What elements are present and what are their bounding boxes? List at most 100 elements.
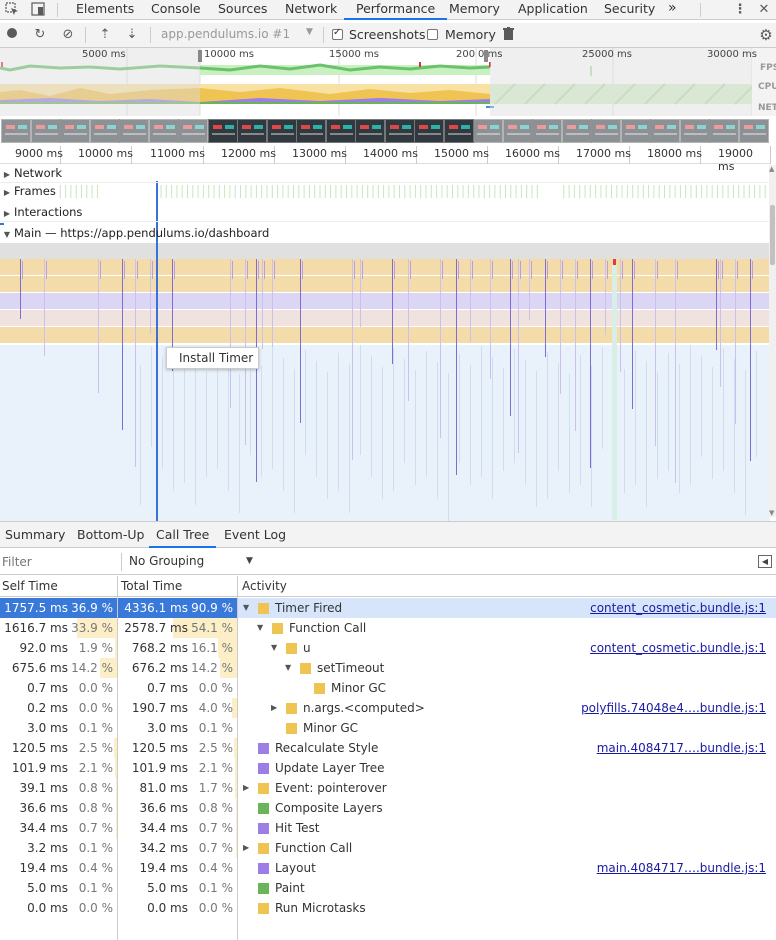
screenshot-thumbnail[interactable] <box>60 119 90 143</box>
column-divider <box>117 576 118 940</box>
source-link[interactable]: content_cosmetic.bundle.js:1 <box>590 598 766 618</box>
source-link[interactable]: content_cosmetic.bundle.js:1 <box>590 638 766 658</box>
tab-elements[interactable]: Elements <box>76 0 134 20</box>
flame-slice <box>46 261 47 279</box>
flame-slice <box>514 349 515 463</box>
screenshot-thumbnail[interactable] <box>561 119 592 143</box>
tab-performance[interactable]: Performance <box>344 0 448 20</box>
inspect-icon[interactable] <box>4 2 20 18</box>
expand-icon[interactable]: ▶ <box>243 778 249 798</box>
sidebar-toggle-icon[interactable]: ◀ <box>758 555 772 568</box>
flame-slice <box>360 259 361 327</box>
kebab-menu-icon[interactable]: ⋮ <box>732 2 748 18</box>
self-time: 3.2 ms <box>27 841 68 855</box>
activity-header[interactable]: Activity <box>240 576 776 597</box>
tab-sources[interactable]: Sources <box>218 0 267 20</box>
screenshot-thumbnail[interactable] <box>650 119 680 143</box>
screenshot-thumbnail[interactable] <box>738 119 769 143</box>
recording-target-select[interactable]: app.pendulums.io #1 <box>161 27 290 41</box>
record-icon[interactable] <box>4 27 20 43</box>
flame-slice <box>256 259 257 482</box>
screenshot-thumbnail[interactable] <box>532 119 562 143</box>
screenshot-thumbnail[interactable] <box>266 119 297 143</box>
total-time: 19.4 ms <box>139 861 188 875</box>
screenshot-thumbnail[interactable] <box>207 119 238 143</box>
collapse-icon[interactable]: ▼ <box>243 598 249 618</box>
track-interactions[interactable]: ▶ Interactions <box>0 202 770 222</box>
activity-name: Recalculate Style <box>275 741 379 755</box>
ruler-tick: 16000 ms <box>505 147 560 160</box>
screenshot-thumbnail[interactable] <box>89 119 120 143</box>
screenshot-thumbnail[interactable] <box>119 119 149 143</box>
flame-slice <box>393 348 394 491</box>
screenshot-thumbnail[interactable] <box>384 119 415 143</box>
screenshot-thumbnail[interactable] <box>355 119 385 143</box>
flame-slice <box>410 261 411 279</box>
clear-icon[interactable]: ⊘ <box>60 27 76 43</box>
screenshot-thumbnail[interactable] <box>1 119 31 143</box>
category-swatch <box>258 863 269 874</box>
flame-slice <box>232 261 233 279</box>
idle-area <box>0 345 770 521</box>
expand-icon[interactable]: ▶ <box>243 838 249 858</box>
screenshot-thumbnail[interactable] <box>502 119 533 143</box>
tab-event-log[interactable]: Event Log <box>224 522 286 548</box>
screenshot-thumbnail[interactable] <box>30 119 61 143</box>
flame-chart-scrollbar[interactable]: ▲ ▼ <box>769 165 776 517</box>
total-percent: 16.1 % <box>191 641 233 655</box>
collapse-icon[interactable]: ▼ <box>271 638 277 658</box>
tab-network[interactable]: Network <box>285 0 337 20</box>
screenshot-filmstrip[interactable] <box>0 116 776 146</box>
flame-slice <box>151 346 152 447</box>
self-time-header[interactable]: Self Time <box>0 576 118 597</box>
device-toggle-icon[interactable] <box>30 2 46 18</box>
self-time: 675.6 ms <box>11 661 68 675</box>
tab-console[interactable]: Console <box>151 0 201 20</box>
track-network[interactable]: ▶ Network <box>0 163 770 183</box>
flame-slice <box>20 259 21 319</box>
reload-record-icon[interactable]: ↻ <box>32 27 48 43</box>
timeline-overview[interactable]: 5000 ms 10000 ms 15000 ms 200 0 ms 25000… <box>0 48 776 116</box>
tab-call-tree[interactable]: Call Tree <box>149 522 217 548</box>
tab-summary[interactable]: Summary <box>5 522 65 548</box>
total-time-header[interactable]: Total Time <box>119 576 238 597</box>
overview-tick: 15000 ms <box>329 49 379 60</box>
screenshot-thumbnail[interactable] <box>679 119 710 143</box>
trash-icon[interactable] <box>500 27 516 43</box>
tab-memory[interactable]: Memory <box>449 0 500 20</box>
gear-icon[interactable]: ⚙ <box>758 27 774 43</box>
screenshot-thumbnail[interactable] <box>148 119 179 143</box>
screenshot-thumbnail[interactable] <box>237 119 267 143</box>
screenshot-thumbnail[interactable] <box>325 119 356 143</box>
screenshot-thumbnail[interactable] <box>443 119 474 143</box>
source-link[interactable]: main.4084717….bundle.js:1 <box>597 858 766 878</box>
more-tabs-button[interactable]: » <box>668 0 677 20</box>
screenshot-thumbnail[interactable] <box>620 119 651 143</box>
screenshot-thumbnail[interactable] <box>709 119 739 143</box>
download-icon[interactable]: ⇣ <box>124 27 140 43</box>
screenshot-thumbnail[interactable] <box>414 119 444 143</box>
screenshot-thumbnail[interactable] <box>473 119 503 143</box>
tab-bottom-up[interactable]: Bottom-Up <box>77 522 144 548</box>
tab-security[interactable]: Security <box>604 0 655 20</box>
activity-name: u <box>303 641 311 655</box>
screenshot-thumbnail[interactable] <box>178 119 208 143</box>
screenshot-thumbnail[interactable] <box>591 119 621 143</box>
expand-icon[interactable]: ▶ <box>271 698 277 718</box>
track-frames[interactable]: ▶ Frames <box>0 181 770 201</box>
filter-input[interactable] <box>2 552 118 572</box>
close-icon[interactable]: ✕ <box>756 2 772 18</box>
tab-application[interactable]: Application <box>518 0 588 20</box>
screenshots-checkbox[interactable] <box>332 27 343 40</box>
memory-checkbox[interactable] <box>427 29 438 40</box>
screenshot-thumbnail[interactable] <box>296 119 326 143</box>
upload-icon[interactable]: ⇡ <box>97 27 113 43</box>
collapse-icon[interactable]: ▼ <box>257 618 263 638</box>
collapse-icon[interactable]: ▼ <box>285 658 291 678</box>
source-link[interactable]: polyfills.74048e4….bundle.js:1 <box>581 698 766 718</box>
source-link[interactable]: main.4084717….bundle.js:1 <box>597 738 766 758</box>
flame-slice <box>316 361 317 477</box>
track-main[interactable]: ▼ Main — https://app.pendulums.io/dashboa… <box>0 223 770 243</box>
grouping-select[interactable]: No Grouping <box>129 554 204 568</box>
overview-tick: 5000 ms <box>82 49 126 60</box>
